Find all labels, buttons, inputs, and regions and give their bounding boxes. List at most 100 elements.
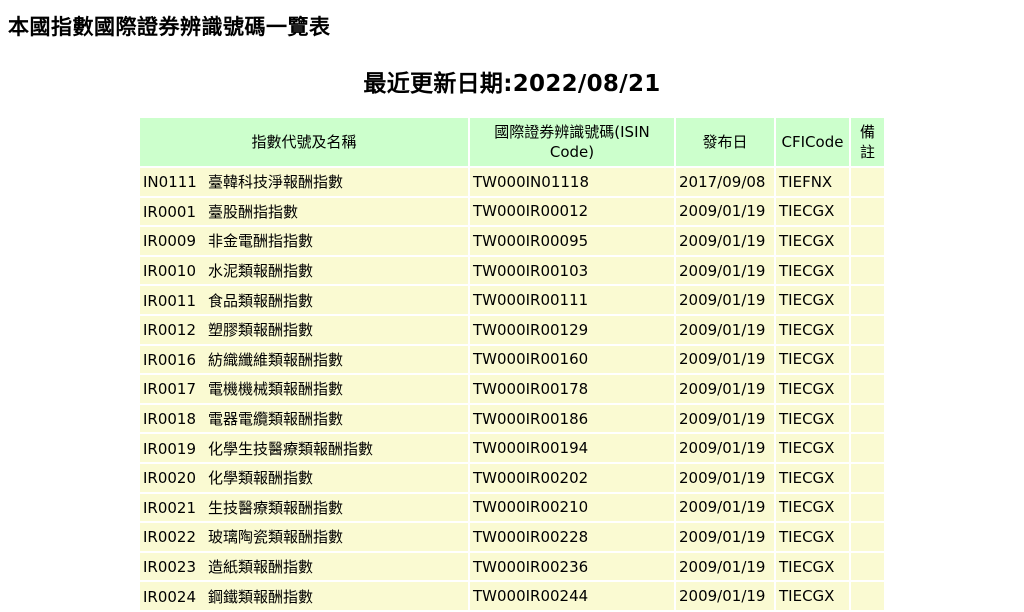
isin-table-container: 指數代號及名稱 國際證券辨識號碼(ISIN Code) 發布日 CFICode … <box>138 116 886 612</box>
index-name-cell: IR0017 電機機械類報酬指數 <box>140 375 468 403</box>
isin-code-cell: TW000IR00012 <box>470 197 674 226</box>
index-code: IR0011 <box>143 291 197 310</box>
header-row: 指數代號及名稱 國際證券辨識號碼(ISIN Code) 發布日 CFICode … <box>140 118 884 166</box>
isin-code-cell: TW000IR00160 <box>470 345 674 374</box>
table-row: IR0011 食品類報酬指數 TW000IR00111 2009/01/19 TIECG… <box>140 286 884 314</box>
index-name-cell: IR0011 食品類報酬指數 <box>140 286 468 314</box>
publish-date-cell: 2009/01/19 <box>676 463 774 492</box>
isin-code-cell: TW000IR00129 <box>470 315 674 344</box>
index-code: IN0111 <box>143 173 197 192</box>
index-name-cell: IR0016 紡織纖維類報酬指數 <box>140 345 468 374</box>
index-name-cell: IR0019 化學生技醫療類報酬指數 <box>140 434 468 462</box>
table-row: IR0017 電機機械類報酬指數 TW000IR00178 2009/01/19 TIE… <box>140 375 884 403</box>
index-name-cell: IR0018 電器電纜類報酬指數 <box>140 404 468 433</box>
index-code: IR0016 <box>143 350 197 369</box>
table-row: IR0022 玻璃陶瓷類報酬指數 TW000IR00228 2009/01/19 TIE… <box>140 523 884 551</box>
cfi-code-cell: TIECGX <box>776 434 849 462</box>
cfi-code-cell: TIECGX <box>776 286 849 314</box>
cfi-code-cell: TIECGX <box>776 493 849 522</box>
cfi-code-cell: TIECGX <box>776 256 849 285</box>
index-name-cell: IR0020 化學類報酬指數 <box>140 463 468 492</box>
index-name: 造紙類報酬指數 <box>208 558 314 577</box>
index-code: IR0024 <box>143 587 197 606</box>
index-code: IR0017 <box>143 380 197 399</box>
table-row: IR0023 造紙類報酬指數 TW000IR00236 2009/01/19 TIECG… <box>140 552 884 581</box>
index-name: 臺韓科技淨報酬指數 <box>208 173 344 192</box>
index-name: 化學類報酬指數 <box>208 469 314 488</box>
index-code: IR0012 <box>143 321 197 340</box>
table-row: IR0019 化學生技醫療類報酬指數 TW000IR00194 2009/01/19 T… <box>140 434 884 462</box>
note-cell <box>851 463 884 492</box>
publish-date-cell: 2017/09/08 <box>676 168 774 196</box>
header-note: 備註 <box>851 118 884 166</box>
index-name-cell: IR0021 生技醫療類報酬指數 <box>140 493 468 522</box>
index-code: IR0009 <box>143 232 197 251</box>
table-row: IR0016 紡織纖維類報酬指數 TW000IR00160 2009/01/19 TIE… <box>140 345 884 374</box>
cfi-code-cell: TIECGX <box>776 404 849 433</box>
isin-table: 指數代號及名稱 國際證券辨識號碼(ISIN Code) 發布日 CFICode … <box>138 116 886 612</box>
index-code: IR0020 <box>143 469 197 488</box>
cfi-code-cell: TIECGX <box>776 345 849 374</box>
publish-date-cell: 2009/01/19 <box>676 256 774 285</box>
header-publish-date: 發布日 <box>676 118 774 166</box>
cfi-code-cell: TIEFNX <box>776 168 849 196</box>
table-row: IN0111 臺韓科技淨報酬指數 TW000IN01118 2017/09/08 TIE… <box>140 168 884 196</box>
index-name: 食品類報酬指數 <box>208 291 314 310</box>
note-cell <box>851 523 884 551</box>
index-code: IR0021 <box>143 498 197 517</box>
table-row: IR0009 非金電酬指指數 TW000IR00095 2009/01/19 TIECG… <box>140 227 884 255</box>
note-cell <box>851 256 884 285</box>
isin-code-cell: TW000IR00186 <box>470 404 674 433</box>
table-row: IR0021 生技醫療類報酬指數 TW000IR00210 2009/01/19 TIE… <box>140 493 884 522</box>
index-code: IR0019 <box>143 439 197 458</box>
index-name-cell: IR0009 非金電酬指指數 <box>140 227 468 255</box>
isin-code-cell: TW000IR00103 <box>470 256 674 285</box>
cfi-code-cell: TIECGX <box>776 375 849 403</box>
isin-code-cell: TW000IR00244 <box>470 582 674 610</box>
note-cell <box>851 345 884 374</box>
isin-code-cell: TW000IR00095 <box>470 227 674 255</box>
publish-date-cell: 2009/01/19 <box>676 552 774 581</box>
index-name-cell: IR0024 鋼鐵類報酬指數 <box>140 582 468 610</box>
index-name: 電機機械類報酬指數 <box>208 380 344 399</box>
table-row: IR0010 水泥類報酬指數 TW000IR00103 2009/01/19 TIECG… <box>140 256 884 285</box>
isin-code-cell: TW000IR00194 <box>470 434 674 462</box>
index-code: IR0001 <box>143 202 197 221</box>
note-cell <box>851 168 884 196</box>
publish-date-cell: 2009/01/19 <box>676 375 774 403</box>
isin-code-cell: TW000IR00202 <box>470 463 674 492</box>
publish-date-cell: 2009/01/19 <box>676 197 774 226</box>
index-name: 水泥類報酬指數 <box>208 262 314 281</box>
cfi-code-cell: TIECGX <box>776 523 849 551</box>
note-cell <box>851 315 884 344</box>
publish-date-cell: 2009/01/19 <box>676 315 774 344</box>
page-heading: 本國指數國際證券辨識號碼一覽表 <box>8 15 331 39</box>
note-cell <box>851 582 884 610</box>
header-index-name: 指數代號及名稱 <box>140 118 468 166</box>
isin-code-cell: TW000IR00111 <box>470 286 674 314</box>
index-name: 塑膠類報酬指數 <box>208 321 314 340</box>
index-name: 非金電酬指指數 <box>208 232 314 251</box>
note-cell <box>851 197 884 226</box>
index-code: IR0023 <box>143 558 197 577</box>
cfi-code-cell: TIECGX <box>776 315 849 344</box>
isin-code-cell: TW000IR00236 <box>470 552 674 581</box>
note-cell <box>851 404 884 433</box>
index-name-cell: IR0012 塑膠類報酬指數 <box>140 315 468 344</box>
note-cell <box>851 375 884 403</box>
publish-date-cell: 2009/01/19 <box>676 227 774 255</box>
cfi-code-cell: TIECGX <box>776 463 849 492</box>
index-name: 生技醫療類報酬指數 <box>208 498 344 517</box>
index-name: 玻璃陶瓷類報酬指數 <box>208 528 344 547</box>
index-name: 臺股酬指指數 <box>208 202 299 221</box>
isin-code-cell: TW000IR00228 <box>470 523 674 551</box>
note-cell <box>851 227 884 255</box>
index-name-cell: IR0001 臺股酬指指數 <box>140 197 468 226</box>
cfi-code-cell: TIECGX <box>776 552 849 581</box>
index-name: 電器電纜類報酬指數 <box>208 410 344 429</box>
publish-date-cell: 2009/01/19 <box>676 434 774 462</box>
cfi-code-cell: TIECGX <box>776 582 849 610</box>
index-name-cell: IR0023 造紙類報酬指數 <box>140 552 468 581</box>
cfi-code-cell: TIECGX <box>776 227 849 255</box>
index-code: IR0018 <box>143 410 197 429</box>
